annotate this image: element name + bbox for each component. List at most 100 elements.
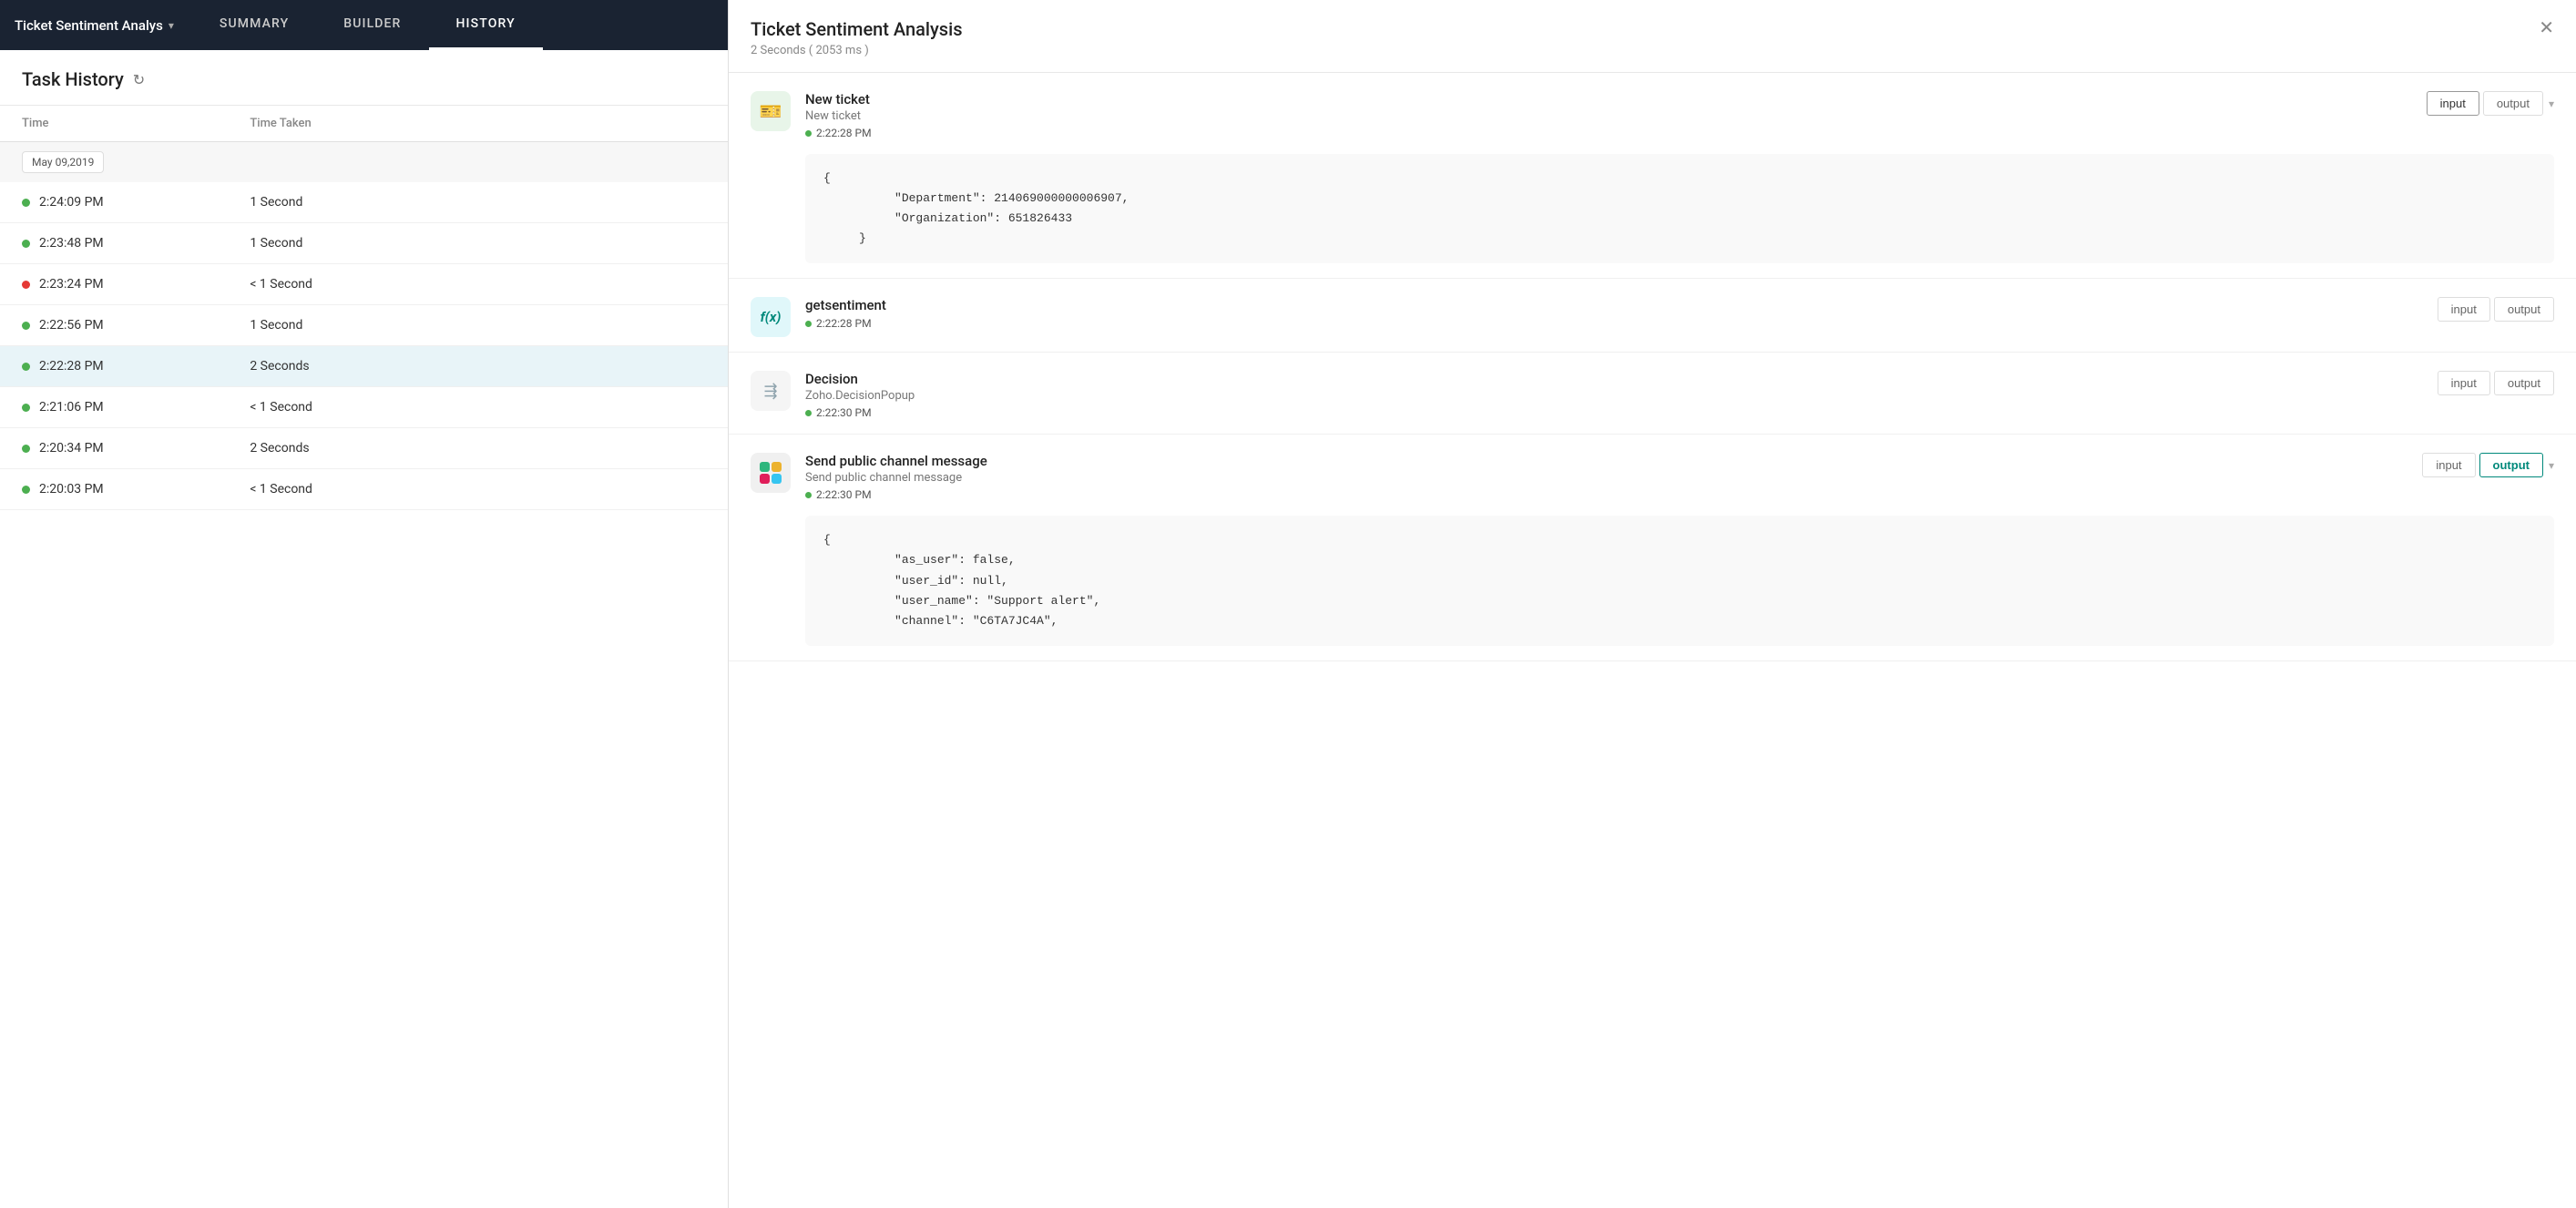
step-header: f(x) getsentiment 2:22:28 PM input outpu… bbox=[729, 279, 2576, 352]
step-subname: Zoho.DecisionPopup bbox=[805, 389, 2423, 403]
table-row[interactable]: 2:24:09 PM 1 Second bbox=[0, 182, 728, 223]
input-button[interactable]: input bbox=[2438, 297, 2490, 322]
ticket-icon-inner: 🎫 bbox=[760, 100, 782, 122]
left-panel: Ticket Sentiment Analys ▾ SUMMARY BUILDE… bbox=[0, 0, 729, 1208]
time-taken-cell: 1 Second bbox=[250, 236, 477, 251]
chevron-down-icon: ▾ bbox=[2549, 459, 2554, 472]
col-time: Time bbox=[22, 117, 250, 130]
tab-summary[interactable]: SUMMARY bbox=[192, 0, 316, 50]
tab-builder[interactable]: BUILDER bbox=[316, 0, 428, 50]
date-badge: May 09,2019 bbox=[22, 151, 104, 173]
time-cell: 2:20:03 PM bbox=[22, 482, 250, 497]
table-row[interactable]: 2:22:28 PM 2 Seconds bbox=[0, 346, 728, 387]
step-subname: Send public channel message bbox=[805, 471, 2407, 485]
step-item: Send public channel message Send public … bbox=[729, 435, 2576, 660]
table-row[interactable]: 2:20:03 PM < 1 Second bbox=[0, 469, 728, 510]
time-value: 2:23:48 PM bbox=[39, 236, 104, 251]
output-button[interactable]: output bbox=[2483, 91, 2543, 116]
date-divider: May 09,2019 bbox=[0, 142, 728, 182]
input-button[interactable]: input bbox=[2422, 453, 2475, 477]
step-actions: input output bbox=[2438, 297, 2554, 322]
tab-history[interactable]: HISTORY bbox=[429, 0, 543, 50]
right-panel-title: Ticket Sentiment Analysis bbox=[751, 18, 963, 40]
col-extra bbox=[478, 117, 706, 130]
right-panel-subtitle: 2 Seconds ( 2053 ms ) bbox=[751, 44, 963, 57]
step-name: Decision bbox=[805, 371, 2423, 387]
status-dot bbox=[22, 404, 30, 412]
output-button[interactable]: output bbox=[2494, 371, 2554, 395]
time-cell: 2:22:56 PM bbox=[22, 318, 250, 333]
time-cell: 2:21:06 PM bbox=[22, 400, 250, 415]
table-row[interactable]: 2:22:56 PM 1 Second bbox=[0, 305, 728, 346]
step-name: New ticket bbox=[805, 91, 2412, 107]
step-actions: input output ▾ bbox=[2427, 91, 2554, 116]
steps-inner: 🎫 New ticket New ticket 2:22:28 PM input… bbox=[729, 73, 2576, 661]
step-time-dot bbox=[805, 410, 812, 416]
input-button[interactable]: input bbox=[2438, 371, 2490, 395]
function-icon: f(x) bbox=[751, 297, 791, 337]
chevron-down-icon: ▾ bbox=[169, 19, 174, 32]
status-dot bbox=[22, 486, 30, 494]
step-time-value: 2:22:28 PM bbox=[816, 317, 872, 330]
step-time: 2:22:28 PM bbox=[805, 127, 2412, 139]
time-value: 2:24:09 PM bbox=[39, 195, 104, 210]
time-taken-cell: 2 Seconds bbox=[250, 359, 477, 374]
step-time-dot bbox=[805, 321, 812, 327]
table-row[interactable]: 2:23:48 PM 1 Second bbox=[0, 223, 728, 264]
step-time-value: 2:22:30 PM bbox=[816, 406, 872, 419]
time-taken-cell: < 1 Second bbox=[250, 400, 477, 415]
time-value: 2:21:06 PM bbox=[39, 400, 104, 415]
time-value: 2:20:03 PM bbox=[39, 482, 104, 497]
status-dot bbox=[22, 240, 30, 248]
time-value: 2:20:34 PM bbox=[39, 441, 104, 456]
step-time-value: 2:22:30 PM bbox=[816, 488, 872, 501]
time-value: 2:23:24 PM bbox=[39, 277, 104, 292]
time-taken-cell: 2 Seconds bbox=[250, 441, 477, 456]
time-taken-cell: < 1 Second bbox=[250, 277, 477, 292]
status-dot bbox=[22, 445, 30, 453]
step-content: { "Department": 214069000000006907, "Org… bbox=[805, 154, 2554, 263]
time-cell: 2:20:34 PM bbox=[22, 441, 250, 456]
step-time-dot bbox=[805, 130, 812, 137]
step-name: getsentiment bbox=[805, 297, 2423, 313]
step-info: New ticket New ticket 2:22:28 PM bbox=[805, 91, 2412, 139]
decision-icon: ⇶ bbox=[751, 371, 791, 411]
step-header: 🎫 New ticket New ticket 2:22:28 PM input… bbox=[729, 73, 2576, 154]
step-content: { "as_user": false, "user_id": null, "us… bbox=[805, 516, 2554, 645]
output-button[interactable]: output bbox=[2494, 297, 2554, 322]
step-time: 2:22:28 PM bbox=[805, 317, 2423, 330]
slack-icon bbox=[751, 453, 791, 493]
right-panel-header-text: Ticket Sentiment Analysis 2 Seconds ( 20… bbox=[751, 18, 963, 57]
top-nav: Ticket Sentiment Analys ▾ SUMMARY BUILDE… bbox=[0, 0, 728, 50]
nav-tabs: SUMMARY BUILDER HISTORY bbox=[192, 0, 728, 50]
steps-container: 🎫 New ticket New ticket 2:22:28 PM input… bbox=[729, 73, 2576, 1208]
right-panel: Ticket Sentiment Analysis 2 Seconds ( 20… bbox=[729, 0, 2576, 1208]
step-header: Send public channel message Send public … bbox=[729, 435, 2576, 516]
time-taken-cell: 1 Second bbox=[250, 195, 477, 210]
app-title[interactable]: Ticket Sentiment Analys ▾ bbox=[15, 17, 192, 34]
time-cell: 2:23:24 PM bbox=[22, 277, 250, 292]
task-history-title: Task History bbox=[22, 68, 124, 90]
time-value: 2:22:56 PM bbox=[39, 318, 104, 333]
input-button[interactable]: input bbox=[2427, 91, 2479, 116]
chevron-down-icon: ▾ bbox=[2549, 97, 2554, 110]
step-time-value: 2:22:28 PM bbox=[816, 127, 872, 139]
slack-yellow-dot bbox=[772, 462, 782, 472]
close-icon[interactable]: ✕ bbox=[2539, 18, 2554, 36]
table-header: Time Time Taken bbox=[0, 106, 728, 142]
table-row[interactable]: 2:20:34 PM 2 Seconds bbox=[0, 428, 728, 469]
slack-green-dot bbox=[760, 462, 770, 472]
step-time-dot bbox=[805, 492, 812, 498]
status-dot bbox=[22, 199, 30, 207]
app-title-text: Ticket Sentiment Analys bbox=[15, 17, 163, 34]
table-row[interactable]: 2:23:24 PM < 1 Second bbox=[0, 264, 728, 305]
table-row[interactable]: 2:21:06 PM < 1 Second bbox=[0, 387, 728, 428]
status-dot bbox=[22, 281, 30, 289]
step-info: Decision Zoho.DecisionPopup 2:22:30 PM bbox=[805, 371, 2423, 419]
output-button[interactable]: output bbox=[2479, 453, 2543, 477]
rows-container: 2:24:09 PM 1 Second 2:23:48 PM 1 Second … bbox=[0, 182, 728, 510]
slack-icon-inner bbox=[760, 462, 782, 484]
time-taken-cell: 1 Second bbox=[250, 318, 477, 333]
time-cell: 2:23:48 PM bbox=[22, 236, 250, 251]
refresh-icon[interactable]: ↻ bbox=[133, 71, 145, 88]
